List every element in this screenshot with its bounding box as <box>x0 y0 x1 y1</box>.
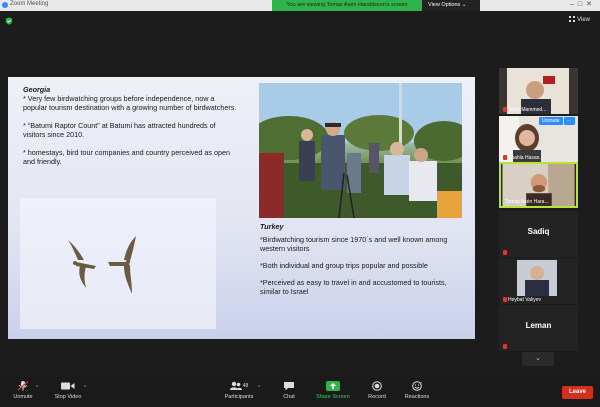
video-options-caret[interactable]: ^ <box>84 385 86 391</box>
participant-tile[interactable]: Sadiq <box>499 211 578 257</box>
participant-tile[interactable]: Taleh Mammed... <box>499 68 578 114</box>
georgia-point: * homestays, bird tour companies and cou… <box>23 148 230 166</box>
record-button[interactable]: Record <box>365 381 389 400</box>
participant-name: Sadiq <box>527 227 550 236</box>
leave-meeting-button[interactable]: Leave <box>562 386 593 399</box>
participant-status <box>503 344 508 350</box>
georgia-point: * “Batumi Raptor Count” at Batumi has at… <box>23 121 216 139</box>
mic-muted-icon <box>503 107 507 112</box>
participants-options-caret[interactable]: ^ <box>258 385 260 391</box>
chevron-down-icon: ⌄ <box>535 355 541 362</box>
turkey-point: *Perceived as easy to travel in and accu… <box>260 278 447 296</box>
video-camera-icon <box>61 382 75 390</box>
chat-button[interactable]: Chat <box>280 381 298 400</box>
audio-options-caret[interactable]: ^ <box>36 385 38 391</box>
share-banner: You are viewing Tomas Axén Haraldsson's … <box>272 0 480 11</box>
shield-icon[interactable] <box>5 17 13 25</box>
viewing-screen-label: You are viewing Tomas Axén Haraldsson's … <box>272 0 422 11</box>
turkey-section: Turkey *Birdwatching tourism since 1970´… <box>260 222 460 304</box>
georgia-section: Georgia * Very few birdwatching groups b… <box>23 85 238 175</box>
view-options-button[interactable]: View Options ⌄ <box>422 0 480 11</box>
birds-image <box>20 198 216 329</box>
share-screen-icon <box>326 381 340 391</box>
stop-video-button[interactable]: Stop Video <box>53 381 83 400</box>
participant-name: Heybat Valiyev <box>503 297 541 303</box>
mic-muted-icon <box>17 381 29 391</box>
shared-slide: Georgia * Very few birdwatching groups b… <box>8 77 475 339</box>
georgia-heading: Georgia <box>23 85 51 94</box>
mic-muted-icon <box>503 297 507 302</box>
zoom-window: Zoom Meeting –□✕ You are viewing Tomas A… <box>0 0 600 407</box>
participants-icon <box>229 381 242 390</box>
turkey-heading: Turkey <box>260 222 284 231</box>
meeting-toolbar: Unmute ^ Stop Video ^ 48 Participants ^ … <box>0 377 600 407</box>
mic-muted-icon <box>503 344 507 349</box>
view-button[interactable]: View <box>569 16 590 23</box>
scroll-participants-down-button[interactable]: ⌄ <box>522 352 554 366</box>
participant-tile[interactable]: Leman <box>499 305 578 351</box>
participant-status <box>503 250 508 256</box>
chat-icon <box>284 382 294 391</box>
participant-tile-active-speaker[interactable]: Tomas Axén Hara... <box>499 162 578 208</box>
unmute-participant-button[interactable]: Unmute <box>539 117 563 125</box>
zoom-logo-icon <box>2 2 8 8</box>
participant-tile[interactable]: Heybat Valiyev <box>499 258 578 304</box>
share-screen-button[interactable]: Share Screen <box>313 381 353 400</box>
reactions-button[interactable]: + Reactions <box>402 381 432 400</box>
participant-name: Tomas Axén Hara... <box>505 199 549 205</box>
window-controls[interactable]: –□✕ <box>570 0 596 8</box>
participant-name: Taleh Mammed... <box>503 107 546 113</box>
georgia-point: * Very few birdwatching groups before in… <box>23 94 237 112</box>
participant-popup: Unmute ··· <box>539 117 575 125</box>
window-title: Zoom Meeting <box>10 1 49 7</box>
svg-text:+: + <box>420 381 423 385</box>
grid-icon <box>569 16 576 22</box>
record-icon <box>372 381 382 391</box>
mic-muted-icon <box>503 250 507 255</box>
turkey-point: *Birdwatching tourism since 1970´s and w… <box>260 235 448 253</box>
participants-button[interactable]: 48 Participants <box>222 381 256 400</box>
participant-name: Shahla Hasan... <box>503 155 544 161</box>
birdwatchers-photo <box>259 83 462 218</box>
mic-muted-icon <box>503 155 507 160</box>
participants-count: 48 <box>242 383 249 389</box>
more-options-button[interactable]: ··· <box>563 117 575 125</box>
participant-name: Leman <box>525 321 552 330</box>
unmute-button[interactable]: Unmute <box>10 381 36 400</box>
smiley-icon: + <box>411 381 423 391</box>
turkey-point: *Both individual and group trips popular… <box>260 261 428 270</box>
